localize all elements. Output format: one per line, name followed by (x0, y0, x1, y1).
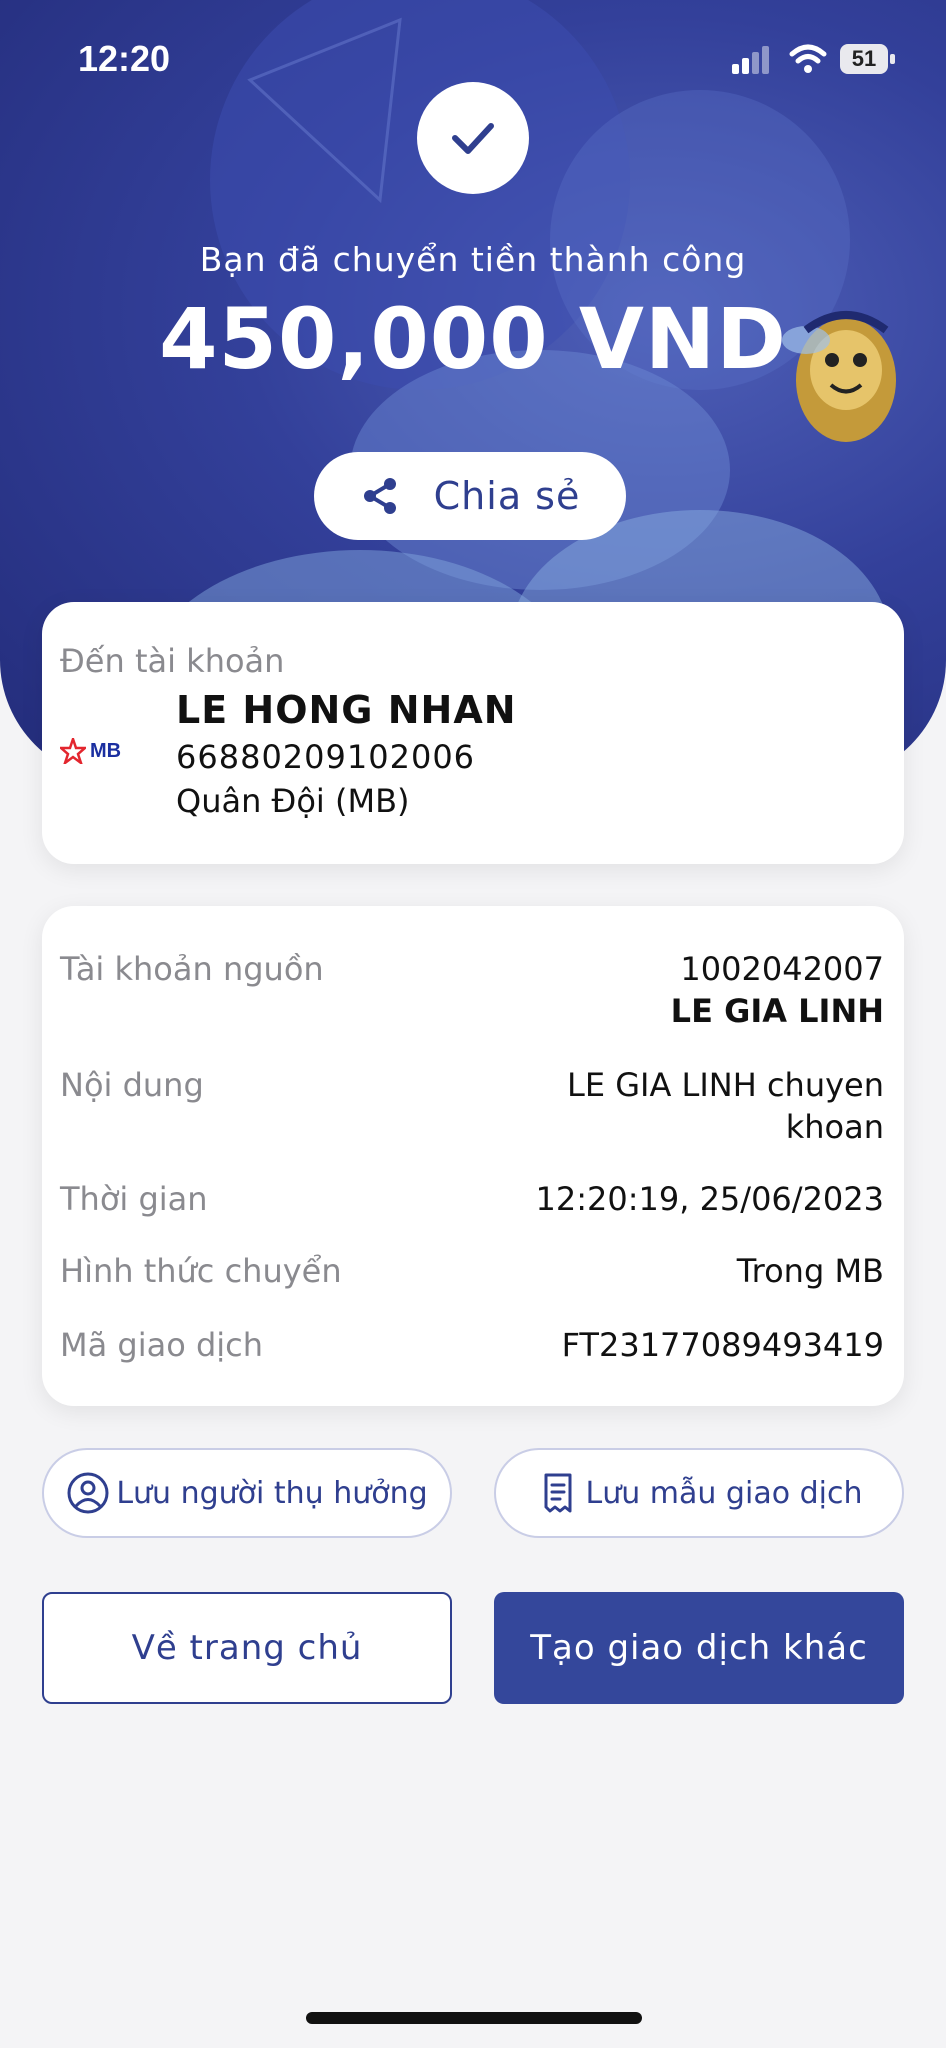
receipt-icon (544, 1473, 571, 1513)
mb-star-icon (60, 738, 86, 764)
content-label: Nội dung (60, 1066, 204, 1104)
transaction-id-label: Mã giao dịch (60, 1326, 264, 1364)
share-icon (363, 478, 396, 514)
content-line-1: LE GIA LINH chuyen (566, 1066, 884, 1104)
recipient-account-number: 66880209102006 (176, 738, 476, 776)
home-button[interactable]: Về trang chủ (42, 1592, 452, 1704)
source-account-label: Tài khoản nguồn (60, 950, 324, 988)
time-value: 12:20:19, 25/06/2023 (535, 1180, 885, 1218)
bank-logo: MB (60, 738, 121, 764)
transaction-id-value: FT23177089493419 (561, 1326, 884, 1364)
transfer-method-label: Hình thức chuyển (60, 1252, 342, 1290)
user-circle-icon (67, 1472, 109, 1514)
source-account-name: LE GIA LINH (670, 992, 884, 1030)
recipient-name: LE HONG NHAN (176, 688, 517, 732)
source-account-number: 1002042007 (680, 950, 884, 988)
share-label: Chia sẻ (433, 474, 581, 518)
wifi-icon (789, 44, 827, 73)
transfer-method-value: Trong MB (736, 1252, 884, 1290)
recipient-card: Đến tài khoản MB LE HONG NHAN 6688020910… (42, 602, 904, 864)
save-template-button[interactable]: Lưu mẫu giao dịch (494, 1448, 904, 1538)
bee-mascot-icon (782, 311, 896, 442)
new-transaction-button[interactable]: Tạo giao dịch khác (494, 1592, 904, 1704)
battery-indicator: 51 (840, 44, 896, 74)
save-beneficiary-button[interactable]: Lưu người thụ hưởng (42, 1448, 452, 1538)
cellular-signal-icon (732, 46, 769, 74)
success-message: Bạn đã chuyển tiền thành công (199, 240, 747, 279)
home-indicator[interactable] (306, 2012, 642, 2024)
battery-level: 51 (851, 46, 877, 71)
recipient-bank-name: Quân Đội (MB) (176, 782, 410, 820)
recipient-label: Đến tài khoản (60, 642, 285, 680)
transaction-details-card: Tài khoản nguồn 1002042007 LE GIA LINH N… (42, 906, 904, 1406)
share-button[interactable]: Chia sẻ (314, 452, 626, 540)
content-line-2: khoan (785, 1108, 884, 1146)
time-label: Thời gian (60, 1180, 208, 1218)
success-check-icon (417, 82, 529, 194)
clock: 12:20 (78, 38, 171, 79)
